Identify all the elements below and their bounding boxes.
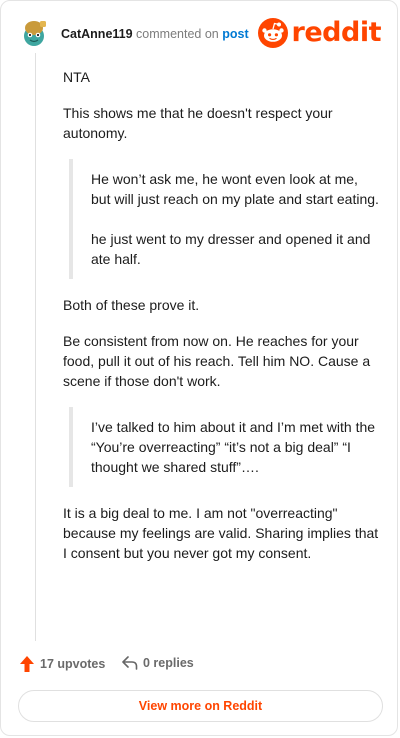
reddit-wordmark: reddit (291, 17, 382, 48)
upvote-arrow-icon (20, 656, 34, 672)
post-link[interactable]: post (222, 27, 248, 41)
quote-paragraph: he just went to my dresser and opened it… (91, 231, 371, 267)
quote-paragraph: I’ve talked to him about it and I’m met … (91, 419, 376, 475)
upvote-count: 17 upvotes (40, 657, 106, 671)
comment-paragraph: This shows me that he doesn't respect yo… (63, 105, 333, 141)
comment-header: CatAnne119 commented on post reddit (19, 15, 382, 55)
upvote-button[interactable]: 17 upvotes (19, 655, 105, 673)
reply-arrow-icon (122, 656, 138, 670)
reply-count: 0 replies (143, 656, 194, 670)
commented-on-label: commented on (136, 27, 219, 41)
comment-body: NTA This shows me that he doesn't respec… (63, 67, 379, 579)
quote-paragraph: He won’t ask me, he wont even look at me… (91, 171, 379, 207)
comment-card: CatAnne119 commented on post reddit NTA … (0, 0, 398, 736)
blockquote: He won’t ask me, he wont even look at me… (69, 159, 379, 279)
comment-paragraph: Be consistent from now on. He reaches fo… (63, 333, 371, 389)
comment-footer: 17 upvotes 0 replies (19, 655, 381, 677)
comment-paragraph: NTA (63, 69, 90, 85)
header-text: CatAnne119 commented on post (61, 27, 249, 41)
avatar[interactable] (19, 18, 49, 48)
blockquote: I’ve talked to him about it and I’m met … (69, 407, 379, 487)
username[interactable]: CatAnne119 (61, 27, 133, 41)
comment-paragraph: Both of these prove it. (63, 297, 200, 313)
thread-line (35, 53, 36, 641)
comment-paragraph: It is a big deal to me. I am not "overre… (63, 505, 379, 561)
reply-button[interactable]: 0 replies (121, 655, 194, 671)
view-more-button[interactable]: View more on Reddit (18, 690, 383, 722)
reddit-logo[interactable]: reddit (257, 17, 382, 49)
reddit-snoo-icon (257, 18, 288, 48)
